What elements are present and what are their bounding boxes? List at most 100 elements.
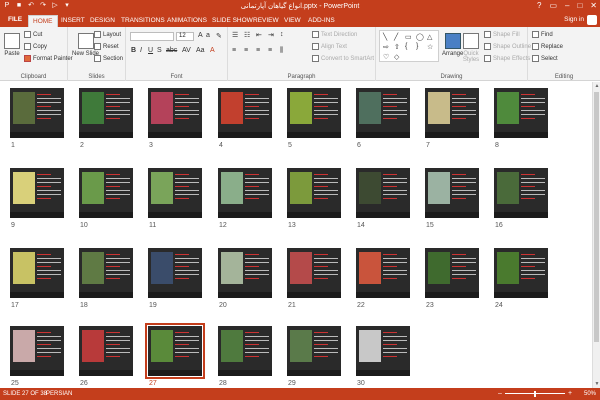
slide-thumbnail[interactable] (218, 326, 272, 376)
line-shape-icon[interactable]: ╲ (383, 33, 387, 41)
slide-thumbnail[interactable] (79, 326, 133, 376)
shape-effects-button[interactable]: Shape Effects (484, 55, 530, 62)
slide-thumbnail[interactable] (287, 88, 341, 138)
slide-thumbnail[interactable] (287, 248, 341, 298)
account-icon[interactable] (587, 15, 597, 25)
slide-thumbnail[interactable] (10, 326, 64, 376)
language-indicator[interactable]: PERSIAN (46, 391, 72, 397)
zoom-level[interactable]: 50% (584, 391, 596, 397)
underline-button[interactable]: U (148, 47, 153, 54)
copy-button[interactable]: Copy (24, 43, 47, 50)
convert-smartart-button[interactable]: Convert to SmartArt (312, 55, 374, 62)
tab-view[interactable]: VIEW (280, 15, 305, 27)
maximize-button[interactable]: □ (577, 1, 582, 10)
slide-thumbnail[interactable] (494, 88, 548, 138)
slide-thumbnail[interactable] (356, 248, 410, 298)
select-button[interactable]: Select (532, 55, 558, 62)
bold-button[interactable]: B (131, 47, 136, 54)
minimize-button[interactable]: – (565, 1, 569, 10)
align-text-button[interactable]: Align Text (312, 43, 347, 50)
slide-thumbnail[interactable] (145, 323, 205, 379)
heart-shape-icon[interactable]: ♡ (383, 53, 389, 61)
tab-design[interactable]: DESIGN (86, 15, 119, 27)
star-shape-icon[interactable]: ☆ (427, 43, 433, 51)
align-right-icon[interactable]: ≡ (256, 47, 260, 54)
vertical-scrollbar[interactable]: ▲ ▼ (592, 82, 600, 388)
arrange-button[interactable]: Arrange (442, 33, 463, 57)
slide-thumbnail[interactable] (425, 88, 479, 138)
scroll-thumb[interactable] (594, 92, 599, 342)
line-spacing-icon[interactable]: ↕ (280, 31, 284, 38)
align-center-icon[interactable]: ≡ (244, 47, 248, 54)
increase-indent-icon[interactable]: ⇥ (268, 31, 274, 39)
brace-shape-icon[interactable]: } (416, 43, 418, 50)
slide-thumbnail[interactable] (425, 168, 479, 218)
justify-icon[interactable]: ≡ (268, 47, 272, 54)
brace-shape-icon[interactable]: { (405, 43, 407, 50)
strikethrough-button[interactable]: abc (166, 47, 177, 54)
font-name-field[interactable] (130, 32, 174, 41)
cut-button[interactable]: Cut (24, 31, 42, 38)
slide-thumbnail[interactable] (79, 88, 133, 138)
tab-add-ins[interactable]: ADD-INS (304, 15, 339, 27)
italic-button[interactable]: I (140, 47, 142, 54)
slide-thumbnail[interactable] (148, 88, 202, 138)
slide-thumbnail[interactable] (494, 248, 548, 298)
zoom-slider-knob[interactable] (534, 391, 536, 397)
tab-file[interactable]: FILE (2, 13, 29, 27)
tab-animations[interactable]: ANIMATIONS (163, 15, 211, 27)
quick-styles-button[interactable]: Quick Styles (462, 33, 480, 63)
scroll-up-icon[interactable]: ▲ (594, 83, 600, 89)
slide-thumbnail[interactable] (148, 168, 202, 218)
layout-button[interactable]: Layout (94, 31, 121, 38)
bullets-icon[interactable]: ☰ (232, 31, 238, 39)
slide-thumbnail[interactable] (79, 168, 133, 218)
clear-format-icon[interactable]: ✎ (216, 32, 222, 40)
text-direction-button[interactable]: Text Direction (312, 31, 357, 38)
reset-button[interactable]: Reset (94, 43, 119, 50)
decrease-indent-icon[interactable]: ⇤ (256, 31, 262, 39)
zoom-out-icon[interactable]: – (498, 390, 502, 397)
slide-thumbnail[interactable] (79, 248, 133, 298)
ribbon-display-button[interactable]: ▭ (549, 1, 557, 10)
slide-thumbnail[interactable] (356, 168, 410, 218)
format-painter-button[interactable]: Format Painter (24, 55, 73, 62)
shape-outline-button[interactable]: Shape Outline (484, 43, 531, 50)
find-button[interactable]: Find (532, 31, 553, 38)
slide-thumbnail[interactable] (218, 168, 272, 218)
slide-thumbnail[interactable] (287, 326, 341, 376)
columns-icon[interactable]: ⫼ (280, 47, 283, 55)
diamond-shape-icon[interactable]: ◇ (394, 53, 399, 61)
font-color-button[interactable]: A (210, 47, 215, 54)
zoom-in-icon[interactable]: + (568, 390, 572, 397)
line-shape-icon[interactable]: ╱ (394, 33, 398, 41)
change-case-button[interactable]: Aa (196, 47, 205, 54)
tab-review[interactable]: REVIEW (249, 15, 283, 27)
shrink-font-icon[interactable]: a (206, 32, 210, 39)
tab-insert[interactable]: INSERT (57, 15, 89, 27)
help-button[interactable]: ? (537, 1, 541, 10)
scroll-down-icon[interactable]: ▼ (594, 381, 600, 387)
sign-in-link[interactable]: Sign in (564, 16, 584, 23)
replace-button[interactable]: Replace (532, 43, 563, 50)
tab-transitions[interactable]: TRANSITIONS (117, 15, 169, 27)
tab-home[interactable]: HOME (28, 15, 58, 27)
slide-thumbnail[interactable] (218, 248, 272, 298)
arrow-shape-icon[interactable]: ⇨ (383, 43, 389, 51)
rectangle-shape-icon[interactable]: ▭ (405, 33, 412, 41)
shapes-gallery[interactable]: ╲ ╱ ▭ ◯ △ ⇨ ⇧ { } ☆ ♡ ◇ (379, 30, 439, 62)
slide-thumbnail[interactable] (287, 168, 341, 218)
slide-thumbnail[interactable] (10, 88, 64, 138)
align-left-icon[interactable]: ≡ (232, 47, 236, 54)
slide-thumbnail[interactable] (356, 326, 410, 376)
oval-shape-icon[interactable]: ◯ (416, 33, 424, 41)
numbering-icon[interactable]: ☷ (244, 31, 250, 39)
grow-font-icon[interactable]: A (198, 32, 203, 39)
slide-thumbnail[interactable] (10, 248, 64, 298)
section-button[interactable]: Section (94, 55, 123, 62)
slide-thumbnail[interactable] (218, 88, 272, 138)
font-size-field[interactable]: 12 (176, 32, 194, 41)
shadow-button[interactable]: S (157, 47, 162, 54)
slide-thumbnail[interactable] (148, 248, 202, 298)
slide-thumbnail[interactable] (10, 168, 64, 218)
